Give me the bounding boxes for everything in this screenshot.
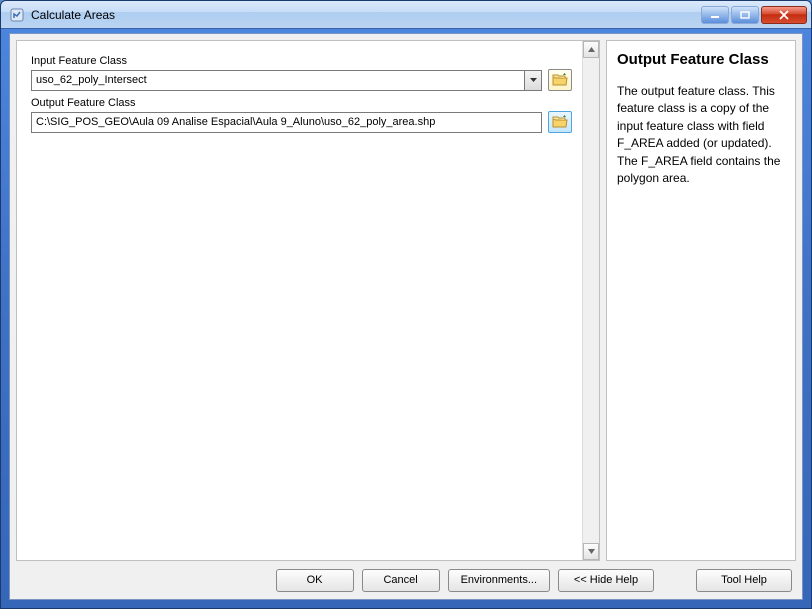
parameters-scrollbar[interactable] (582, 41, 599, 560)
button-bar: OK Cancel Environments... << Hide Help T… (10, 561, 802, 599)
client-area: Input Feature Class (9, 33, 803, 600)
help-panel: Output Feature Class The output feature … (606, 40, 796, 561)
window-title: Calculate Areas (31, 8, 115, 22)
app-icon (9, 7, 25, 23)
output-feature-label: Output Feature Class (31, 97, 572, 109)
output-feature-field[interactable] (31, 112, 542, 133)
close-button[interactable] (761, 6, 807, 24)
titlebar[interactable]: Calculate Areas (1, 1, 811, 29)
ok-button[interactable]: OK (276, 569, 354, 592)
output-feature-browse-button[interactable] (548, 111, 572, 133)
parameters-panel: Input Feature Class (16, 40, 600, 561)
scroll-track[interactable] (583, 58, 599, 543)
hide-help-button[interactable]: << Hide Help (558, 569, 654, 592)
maximize-button[interactable] (731, 6, 759, 24)
window-controls (701, 6, 807, 24)
scroll-down-icon[interactable] (583, 543, 599, 560)
input-feature-browse-button[interactable] (548, 69, 572, 91)
cancel-button[interactable]: Cancel (362, 569, 440, 592)
input-feature-dropdown-icon[interactable] (524, 71, 541, 90)
help-body: The output feature class. This feature c… (617, 83, 785, 187)
minimize-button[interactable] (701, 6, 729, 24)
environments-button[interactable]: Environments... (448, 569, 550, 592)
help-title: Output Feature Class (617, 51, 785, 69)
input-feature-combo[interactable] (31, 70, 542, 91)
tool-help-button[interactable]: Tool Help (696, 569, 792, 592)
scroll-up-icon[interactable] (583, 41, 599, 58)
input-feature-field[interactable] (32, 71, 524, 90)
window-frame: Calculate Areas Input Feature Class (0, 0, 812, 609)
input-feature-label: Input Feature Class (31, 55, 572, 67)
